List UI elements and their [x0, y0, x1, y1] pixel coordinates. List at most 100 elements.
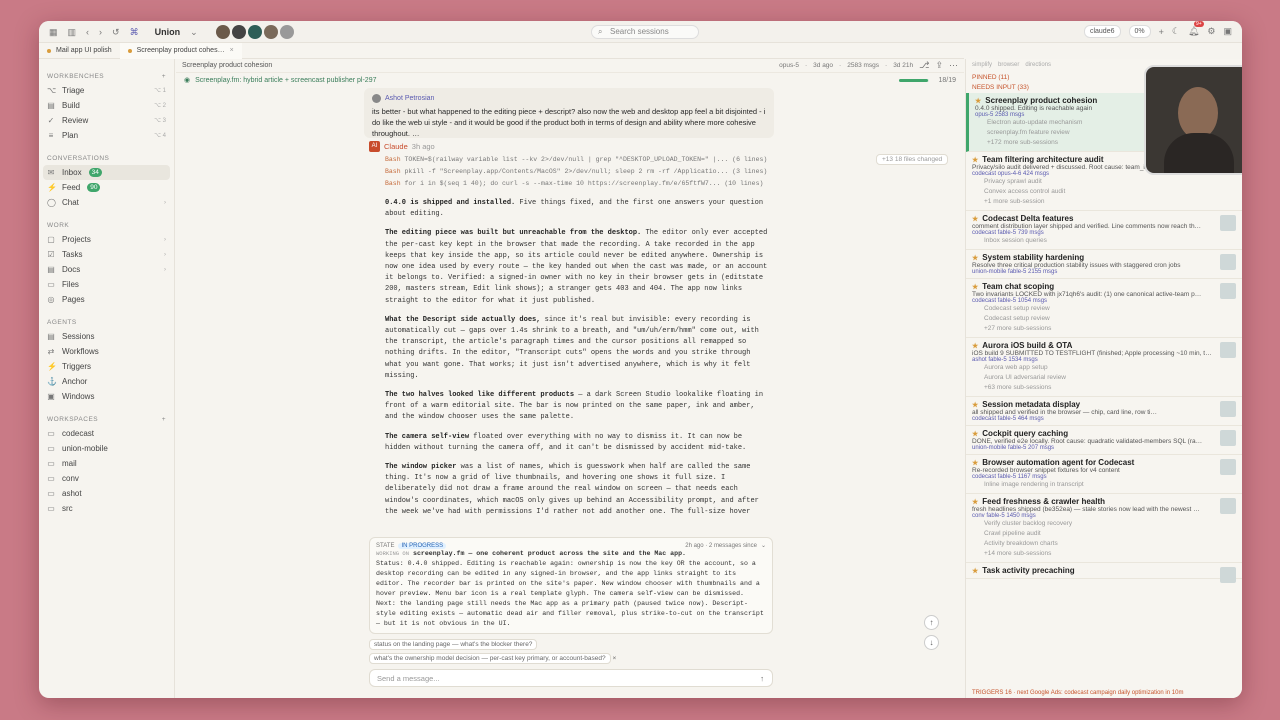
sidebar-item-docs[interactable]: ▤ Docs › [39, 262, 174, 277]
workspace-item[interactable]: ▭ conv [39, 471, 174, 486]
tab-directions[interactable]: directions [1025, 62, 1051, 68]
star-icon[interactable]: ★ [972, 283, 978, 291]
layout-icon[interactable]: ▣ [1223, 26, 1232, 37]
sub-session-item[interactable]: +14 more sub-sessions [972, 549, 1236, 559]
send-icon[interactable]: ↑ [760, 674, 764, 683]
workspace-item[interactable]: ▭ ashot [39, 486, 174, 501]
star-icon[interactable]: ★ [972, 254, 978, 262]
session-list-item[interactable]: ★ Cockpit query caching DONE, verified e2e… [966, 426, 1242, 455]
sidebar-item-projects[interactable]: ▢ Projects › [39, 232, 174, 247]
sub-session-item[interactable]: Aurora UI adversarial review [972, 373, 1236, 383]
menu-icon[interactable]: ▦ [49, 27, 58, 38]
sidebar-item-anchor[interactable]: ⚓ Anchor [39, 374, 174, 389]
avatar[interactable] [215, 25, 230, 39]
session-list-item[interactable]: ★ Codecast Delta features comment distribu… [966, 211, 1242, 250]
sub-session-item[interactable]: Verify cluster backlog recovery [972, 519, 1236, 529]
history-icon[interactable]: ↺ [112, 27, 120, 38]
sidebar-item-feed[interactable]: ⚡ Feed 90 [39, 180, 174, 195]
star-icon[interactable]: ★ [972, 215, 978, 223]
session-list-item[interactable]: ★ Aurora iOS build & OTA iOS build 9 SUBMI… [966, 338, 1242, 397]
session-list-item[interactable]: ★ Team chat scoping Two invariants LOCKED … [966, 279, 1242, 338]
plus-icon[interactable]: + [1159, 27, 1164, 37]
message-input[interactable]: Send a message... ↑ [369, 669, 773, 687]
sidebar-item-triggers[interactable]: ⚡ Triggers [39, 359, 174, 374]
sidebar-item-chat[interactable]: ◯ Chat › [39, 195, 174, 210]
forward-icon[interactable]: › [99, 27, 102, 37]
workspace-item[interactable]: ▭ codecast [39, 426, 174, 441]
sidebar-item-pages[interactable]: ◎ Pages [39, 292, 174, 307]
sub-session-item[interactable]: Inbox session queries [972, 236, 1236, 246]
sub-session-item[interactable]: Convex access control audit [972, 187, 1236, 197]
sidebar-item-windows[interactable]: ▣ Windows [39, 389, 174, 404]
close-icon[interactable]: × [612, 655, 616, 662]
tab-screenplay[interactable]: Screenplay product cohes… × [119, 42, 242, 59]
star-icon[interactable]: ★ [972, 567, 978, 575]
sidebar-item-build[interactable]: ▤ Build ⌥ 2 [39, 98, 174, 113]
sub-session-item[interactable]: Activity breakdown charts [972, 539, 1236, 549]
sidebar-item-review[interactable]: ✓ Review ⌥ 3 [39, 113, 174, 128]
bell-icon[interactable]: 🔔︎ 9+ [1188, 21, 1204, 37]
files-changed-badge[interactable]: +13 18 files changed [876, 154, 949, 165]
avatar[interactable] [231, 25, 246, 39]
sub-session-item[interactable]: Codecast setup review [972, 314, 1236, 324]
session-list-item[interactable]: ★ System stability hardening Resolve three… [966, 250, 1242, 279]
session-list-item[interactable]: ★ Task activity precaching [966, 563, 1242, 583]
tool-call[interactable]: Bash TOKEN=$(railway variable list --kv … [385, 156, 779, 164]
triggers-footer[interactable]: TRIGGERS 16 · next Google Ads: codecast … [972, 690, 1183, 696]
star-icon[interactable]: ★ [972, 459, 978, 467]
tab-mail-app[interactable]: Mail app UI polish [39, 43, 120, 59]
workspace-item[interactable]: ▭ mail [39, 456, 174, 471]
sub-session-item[interactable]: Aurora web app setup [972, 363, 1236, 373]
sidebar-item-files[interactable]: ▭ Files [39, 277, 174, 292]
workspace-name[interactable]: Union [155, 27, 181, 37]
avatar[interactable] [263, 25, 278, 39]
star-icon[interactable]: ★ [972, 156, 978, 164]
star-icon[interactable]: ★ [972, 430, 978, 438]
sub-session-item[interactable]: Crawl pipeline audit [972, 529, 1236, 539]
breadcrumb[interactable]: ◉ Screenplay.fm: hybrid article + screen… [176, 73, 964, 87]
star-icon[interactable]: ★ [972, 342, 978, 350]
sidebar-item-sessions[interactable]: ▤ Sessions [39, 329, 174, 344]
chevron-down-icon[interactable]: ⌄ [761, 542, 766, 549]
sidebar-toggle-icon[interactable]: ▥ [68, 27, 77, 38]
avatar[interactable] [279, 25, 294, 39]
star-icon[interactable]: ★ [972, 401, 978, 409]
tab-browser[interactable]: browser [998, 62, 1019, 68]
session-list-item[interactable]: ★ Feed freshness & crawler health fresh he… [966, 494, 1242, 563]
sub-session-item[interactable]: +63 more sub-sessions [972, 383, 1236, 393]
star-icon[interactable]: ★ [975, 97, 981, 105]
avatar[interactable] [247, 25, 262, 39]
star-icon[interactable]: ★ [972, 498, 978, 506]
tab-simplify[interactable]: simplify [972, 62, 992, 68]
close-icon[interactable]: × [230, 43, 234, 59]
suggestion-chip[interactable]: what's the ownership model decision — pe… [369, 653, 611, 664]
workspace-item[interactable]: ▭ union-mobile [39, 441, 174, 456]
more-icon[interactable]: ⋯ [949, 60, 958, 71]
share-icon[interactable]: ⇪ [935, 60, 943, 71]
search-input[interactable]: ⌕ Search sessions [591, 25, 699, 39]
usage-pill[interactable]: 0% [1128, 25, 1151, 38]
branch-icon[interactable]: ⎇ [919, 60, 929, 71]
gear-icon[interactable]: ⚙ [1207, 26, 1215, 37]
tool-call[interactable]: Bash pkill -f "Screenplay.app/Contents/M… [385, 168, 779, 176]
back-icon[interactable]: ‹ [86, 27, 89, 37]
session-list-item[interactable]: ★ Browser automation agent for Codecast Re… [966, 455, 1242, 494]
sidebar-item-workflows[interactable]: ⇄ Workflows [39, 344, 174, 359]
sub-session-item[interactable]: Inline image rendering in transcript [972, 480, 1236, 490]
workspace-item[interactable]: ▭ src [39, 501, 174, 516]
sidebar-item-tasks[interactable]: ☑ Tasks › [39, 247, 174, 262]
moon-icon[interactable]: ☾ [1172, 26, 1180, 37]
sub-session-item[interactable]: +27 more sub-sessions [972, 324, 1236, 334]
user-pill[interactable]: claude6 [1083, 25, 1121, 38]
sub-session-item[interactable]: +1 more sub-session [972, 197, 1236, 207]
sub-session-item[interactable]: Codecast setup review [972, 304, 1236, 314]
sidebar-item-plan[interactable]: ≡ Plan ⌥ 4 [39, 128, 174, 143]
session-list-item[interactable]: ★ Session metadata display all shipped and… [966, 397, 1242, 426]
scroll-down-button[interactable]: ↓ [924, 635, 939, 650]
chevron-down-icon[interactable]: ⌄ [190, 27, 198, 38]
scroll-up-button[interactable]: ↑ [924, 615, 939, 630]
sidebar-item-inbox[interactable]: ✉ Inbox 34 [43, 165, 170, 180]
sub-session-item[interactable]: Privacy sprawl audit [972, 177, 1236, 187]
tool-call[interactable]: Bash for i in $(seq 1 40); do curl -s --… [385, 180, 779, 188]
suggestion-chip[interactable]: status on the landing page — what's the … [369, 639, 538, 650]
